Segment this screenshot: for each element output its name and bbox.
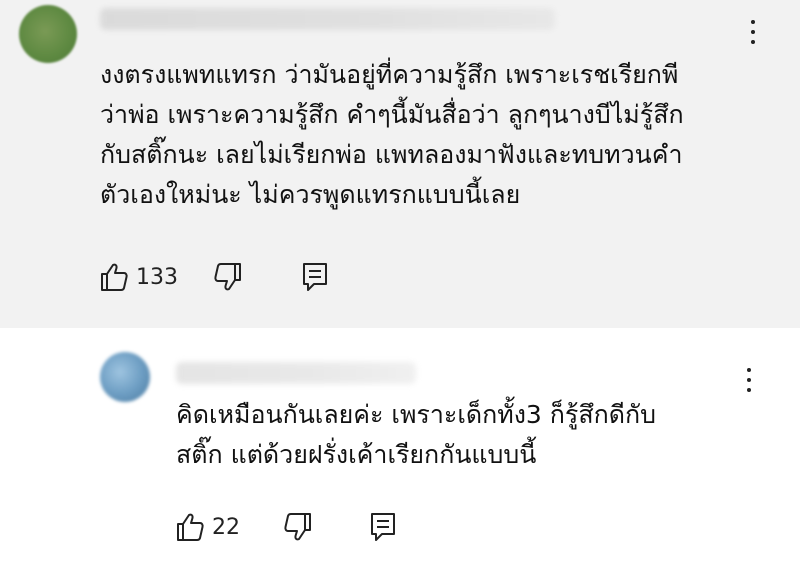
avatar[interactable] [100, 352, 150, 402]
more-vert-icon[interactable] [739, 368, 759, 392]
reply-comment-icon[interactable] [302, 262, 328, 292]
thumb-up-icon [176, 512, 204, 542]
comment-reply: คิดเหมือนกันเลยค่ะ เพราะเด็กทั้ง3 ก็รู้ส… [0, 328, 800, 579]
comment-line: สติ๊ก แต่ด้วยฝรั่งเค้าเรียกกันแบบนี้ [176, 440, 537, 469]
like-count: 22 [212, 514, 240, 540]
comment-line: ตัวเองใหม่นะ ไม่ควรพูดแทรกแบบนี้เลย [100, 180, 521, 209]
more-vert-icon[interactable] [743, 20, 763, 44]
comment-line: คิดเหมือนกันเลยค่ะ เพราะเด็กทั้ง3 ก็รู้ส… [176, 400, 656, 429]
like-button[interactable]: 22 [176, 512, 240, 542]
like-count: 133 [136, 264, 178, 290]
thumb-down-icon[interactable] [284, 512, 312, 542]
comment-line: ว่าพ่อ เพราะความรู้สึก คำๆนี้มันสื่อว่า … [100, 100, 684, 129]
comment-actions: 133 [100, 262, 328, 292]
comment-actions: 22 [176, 512, 396, 542]
thumb-up-icon [100, 262, 128, 292]
author-name-blurred[interactable] [100, 8, 555, 30]
comment-line: งงตรงแพทแทรก ว่ามันอยู่ที่ความรู้สึก เพร… [100, 60, 679, 89]
reply-comment-icon[interactable] [370, 512, 396, 542]
comment-line: กับสติ๊กนะ เลยไม่เรียกพ่อ แพทลองมาฟังและ… [100, 140, 683, 169]
comment-thread-top: งงตรงแพทแทรก ว่ามันอยู่ที่ความรู้สึก เพร… [0, 0, 800, 328]
comment-text: งงตรงแพทแทรก ว่ามันอยู่ที่ความรู้สึก เพร… [100, 55, 780, 215]
author-name-blurred[interactable] [176, 362, 416, 384]
like-button[interactable]: 133 [100, 262, 178, 292]
thumb-down-icon[interactable] [214, 262, 242, 292]
avatar[interactable] [19, 5, 77, 63]
comment-text: คิดเหมือนกันเลยค่ะ เพราะเด็กทั้ง3 ก็รู้ส… [176, 395, 736, 475]
